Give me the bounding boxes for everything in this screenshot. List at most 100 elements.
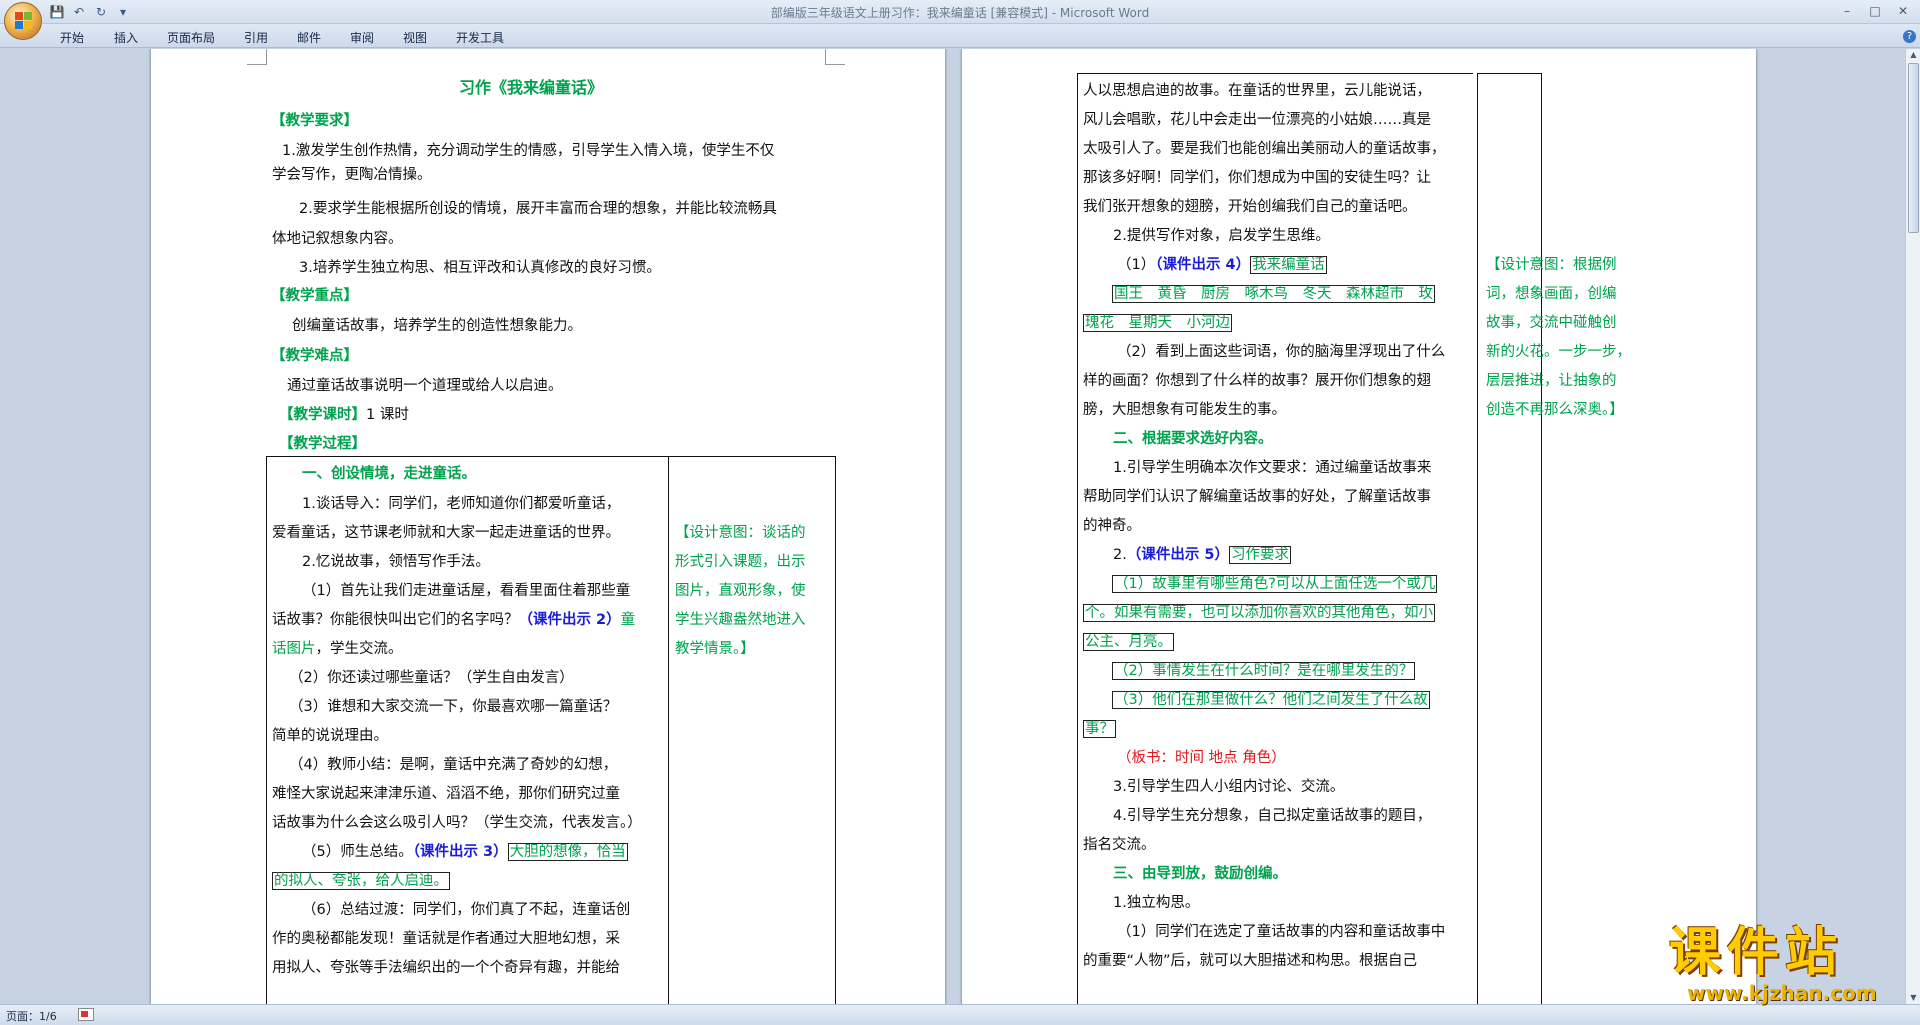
paragraph-line: （1）（课件出示 4） 我来编童话 bbox=[1117, 256, 1327, 274]
paragraph-line: （6）总结过渡：同学们，你们真了不起，连童话创 bbox=[302, 902, 631, 918]
table-border bbox=[1477, 73, 1478, 1004]
paragraph-line: 简单的说说理由。 bbox=[272, 728, 388, 744]
paragraph-line: 话故事为什么会这么吸引人吗？（学生交流，代表发言。） bbox=[272, 815, 642, 831]
design-note-line: 新的火花。一步一步， bbox=[1486, 344, 1631, 360]
paragraph-line: 国王 黄昏 厨房 啄木鸟 冬天 森林超市 玫 bbox=[1112, 285, 1435, 303]
watermark-text: 课件站 bbox=[1669, 923, 1844, 983]
scroll-thumb[interactable] bbox=[1908, 63, 1919, 233]
tab-review[interactable]: 审阅 bbox=[350, 29, 374, 46]
paragraph-line: 通过童话故事说明一个道理或给人以启迪。 bbox=[287, 378, 563, 394]
design-note-line: 教学情景。】 bbox=[675, 641, 755, 657]
paragraph-line: 体地记叙想象内容。 bbox=[272, 231, 403, 247]
close-icon[interactable]: ✕ bbox=[1890, 2, 1916, 20]
section-heading: 二、根据要求选好内容。 bbox=[1113, 431, 1273, 447]
tab-view[interactable]: 视图 bbox=[403, 29, 427, 46]
paragraph-line: 2.提供写作对象，启发学生思维。 bbox=[1113, 228, 1330, 244]
paragraph-line: 1.激发学生创作热情，充分调动学生的情感，引导学生入情入境，使学生不仅 bbox=[282, 143, 775, 159]
table-border bbox=[266, 456, 267, 1004]
paragraph-line: 人以思想启迪的故事。在童话的世界里，云儿能说话， bbox=[1083, 83, 1431, 99]
table-border bbox=[1477, 73, 1542, 74]
table-border bbox=[1077, 73, 1473, 74]
scroll-down-icon[interactable]: ▼ bbox=[1907, 992, 1920, 1004]
paragraph-line: 话故事？你能很快叫出它们的名字吗？（课件出示 2）童 bbox=[272, 612, 636, 628]
paragraph-line: 事？ bbox=[1083, 720, 1116, 738]
status-bar: 页面：1/6 bbox=[0, 1004, 1920, 1025]
paragraph-line: （3）谁想和大家交流一下，你最喜欢哪一篇童话？ bbox=[289, 699, 618, 715]
paragraph-line: 话图片，学生交流。 bbox=[272, 641, 403, 657]
paragraph-line: 3.培养学生独立构思、相互评改和认真修改的良好习惯。 bbox=[299, 260, 661, 276]
minimize-icon[interactable]: – bbox=[1834, 2, 1860, 20]
paragraph-line: 膀，大胆想象有可能发生的事。 bbox=[1083, 402, 1286, 418]
paragraph-line: 学会写作，更陶冶情操。 bbox=[272, 167, 432, 183]
title-bar: 💾 ↶ ↻ ▾ 部编版三年级语文上册习作：我来编童话 [兼容模式] - Micr… bbox=[0, 0, 1920, 24]
watermark-logo: 课件站 www.kjzhan.com bbox=[1665, 925, 1905, 1005]
paragraph-line: 1.谈话导入：同学们，老师知道你们都爱听童话， bbox=[302, 496, 621, 512]
design-note-line: 词，想象画面，创编 bbox=[1486, 286, 1617, 302]
paragraph-line: 风儿会唱歌，花儿中会走出一位漂亮的小姑娘……真是 bbox=[1083, 112, 1431, 128]
paragraph-line: （4）教师小结：是啊，童话中充满了奇妙的幻想， bbox=[289, 757, 618, 773]
paragraph-line: 创编童话故事，培养学生的创造性想象能力。 bbox=[292, 318, 582, 334]
watermark-url: www.kjzhan.com bbox=[1687, 981, 1877, 1005]
table-border bbox=[668, 456, 669, 1004]
paragraph-line: （1）同学们在选定了童话故事的内容和童话故事中 bbox=[1117, 924, 1446, 940]
design-note-line: 【设计意图：谈话的 bbox=[675, 525, 806, 541]
document-workspace: 习作《我来编童话》 【教学要求】 1.激发学生创作热情，充分调动学生的情感，引导… bbox=[0, 49, 1905, 1004]
paragraph-line: （2）看到上面这些词语，你的脑海里浮现出了什么 bbox=[1117, 344, 1446, 360]
tab-mailings[interactable]: 邮件 bbox=[297, 29, 321, 46]
margin-corner-mark bbox=[247, 49, 267, 65]
section-heading: 【教学过程】 bbox=[279, 436, 366, 452]
doc-title: 习作《我来编童话》 bbox=[459, 78, 604, 97]
design-note-line: 图片，直观形象，使 bbox=[675, 583, 806, 599]
paragraph-line: 瑰花 星期天 小河边 bbox=[1083, 314, 1232, 332]
office-logo-icon bbox=[15, 12, 33, 30]
scroll-up-icon[interactable]: ▲ bbox=[1907, 49, 1920, 61]
paragraph-line: 2.（课件出示 5） 习作要求 bbox=[1113, 546, 1291, 564]
design-note-line: 层层推进，让抽象的 bbox=[1486, 373, 1617, 389]
paragraph-line: 那该多好啊！同学们，你们想成为中国的安徒生吗？让 bbox=[1083, 170, 1431, 186]
paragraph-line: 1.引导学生明确本次作文要求：通过编童话故事来 bbox=[1113, 460, 1432, 476]
design-note-line: 学生兴趣盎然地进入 bbox=[675, 612, 806, 628]
paragraph-line: （2）你还读过哪些童话？（学生自由发言） bbox=[289, 670, 574, 686]
document-page-right: 人以思想启迪的故事。在童话的世界里，云儿能说话， 风儿会唱歌，花儿中会走出一位漂… bbox=[962, 49, 1756, 1004]
paragraph-line: 爱看童话，这节课老师就和大家一起走进童话的世界。 bbox=[272, 525, 620, 541]
margin-corner-mark bbox=[825, 49, 845, 65]
tab-page-layout[interactable]: 页面布局 bbox=[167, 29, 215, 46]
design-note-line: 故事，交流中碰触创 bbox=[1486, 315, 1617, 331]
paragraph-line: （3）他们在那里做什么？他们之间发生了什么故 bbox=[1112, 691, 1430, 709]
paragraph-line: 的拟人、夸张，给人启迪。 bbox=[272, 872, 450, 890]
document-page-left: 习作《我来编童话》 【教学要求】 1.激发学生创作热情，充分调动学生的情感，引导… bbox=[151, 49, 945, 1004]
tab-references[interactable]: 引用 bbox=[244, 29, 268, 46]
table-border bbox=[1541, 73, 1542, 1004]
section-heading: 【教学重点】 bbox=[271, 288, 358, 304]
window-title: 部编版三年级语文上册习作：我来编童话 [兼容模式] - Microsoft Wo… bbox=[770, 6, 1150, 20]
vertical-scrollbar[interactable]: ▲ ▼ bbox=[1905, 49, 1920, 1004]
paragraph-line: 作的奥秘都能发现！童话就是作者通过大胆地幻想，采 bbox=[272, 931, 620, 947]
paragraph-line: （5）师生总结。（课件出示 3） 大胆的想像，恰当 bbox=[302, 843, 628, 861]
paragraph-line: 的重要“人物”后，就可以大胆描述和构思。根据自己 bbox=[1083, 953, 1418, 969]
paragraph-line: （1）首先让我们走进童话屋，看看里面住着那些童 bbox=[302, 583, 631, 599]
paragraph-line: 帮助同学们认识了解编童话故事的好处，了解童话故事 bbox=[1083, 489, 1431, 505]
table-border bbox=[1077, 73, 1078, 1004]
board-note: （板书：时间 地点 角色） bbox=[1117, 750, 1286, 766]
paragraph-line: 【教学课时】1 课时 bbox=[279, 407, 409, 423]
design-note-line: 【设计意图：根据例 bbox=[1486, 257, 1617, 273]
office-button[interactable] bbox=[4, 2, 42, 40]
paragraph-line: 公主、月亮。 bbox=[1083, 633, 1174, 651]
paragraph-line: 我们张开想象的翅膀，开始创编我们自己的童话吧。 bbox=[1083, 199, 1417, 215]
paragraph-line: 2.要求学生能根据所创设的情境，展开丰富而合理的想象，并能比较流畅具 bbox=[299, 201, 777, 217]
paragraph-line: 3.引导学生四人小组内讨论、交流。 bbox=[1113, 779, 1345, 795]
paragraph-line: 样的画面？你想到了什么样的故事？展开你们想象的翅 bbox=[1083, 373, 1431, 389]
window-controls: – □ ✕ bbox=[1834, 2, 1916, 20]
design-note-line: 创造不再那么深奥。】 bbox=[1486, 402, 1624, 418]
paragraph-line: 4.引导学生充分想象，自己拟定童话故事的题目， bbox=[1113, 808, 1432, 824]
tab-insert[interactable]: 插入 bbox=[114, 29, 138, 46]
help-icon[interactable]: ? bbox=[1903, 30, 1916, 43]
proofing-icon[interactable] bbox=[78, 1008, 94, 1021]
maximize-icon[interactable]: □ bbox=[1862, 2, 1888, 20]
tab-home[interactable]: 开始 bbox=[60, 29, 84, 46]
page-count[interactable]: 页面：1/6 bbox=[6, 1008, 57, 1024]
tab-developer[interactable]: 开发工具 bbox=[456, 29, 504, 46]
paragraph-line: （1）故事里有哪些角色?可以从上面任选一个或几 bbox=[1112, 575, 1438, 593]
section-heading: 【教学难点】 bbox=[271, 348, 358, 364]
table-border bbox=[266, 456, 836, 457]
